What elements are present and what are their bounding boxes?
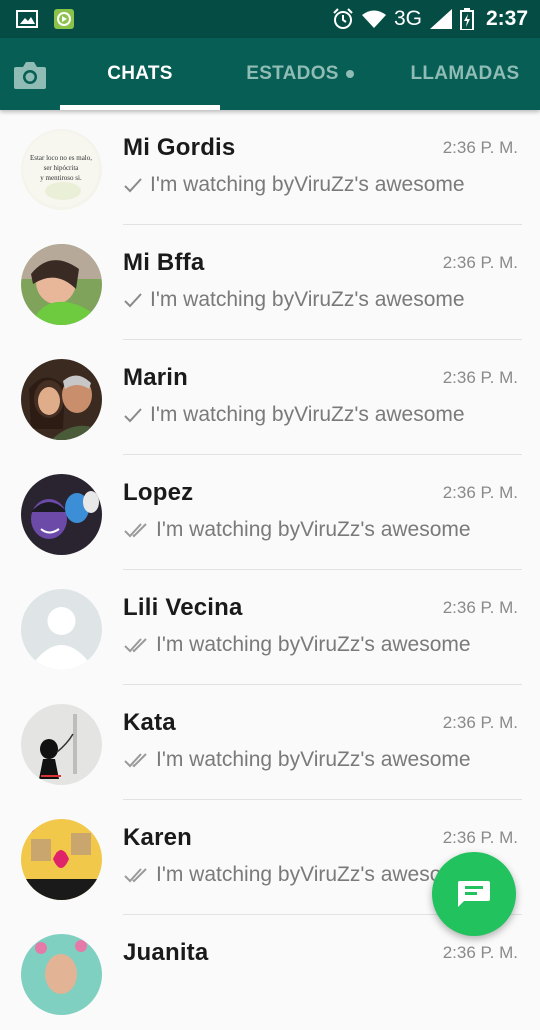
tab-estados[interactable]: ESTADOS xyxy=(225,38,375,110)
message-preview: I'm watching byViruZz's awesome xyxy=(123,633,508,657)
single-check-icon xyxy=(124,178,142,193)
camera-icon[interactable] xyxy=(13,60,47,90)
clock: 2:37 xyxy=(485,7,528,30)
battery-charging-icon xyxy=(459,8,474,30)
contact-name: Mi Bffa xyxy=(123,249,205,276)
single-check-icon xyxy=(124,293,142,308)
chat-row[interactable]: Lili Vecina 2:36 P. M. I'm watching byVi… xyxy=(0,570,540,685)
double-check-icon xyxy=(124,638,147,653)
contact-name: Juanita xyxy=(123,939,209,966)
contact-name: Marin xyxy=(123,364,189,391)
message-time: 2:36 P. M. xyxy=(442,138,518,157)
avatar-quote-line: y mentiroso si. xyxy=(40,174,82,182)
avatar[interactable] xyxy=(21,819,102,900)
tab-llamadas-label: LLAMADAS xyxy=(410,63,520,84)
alarm-icon xyxy=(333,8,353,29)
avatar[interactable] xyxy=(21,359,102,440)
status-bar: 3G 2:37 xyxy=(0,0,540,38)
chat-row[interactable]: Marin 2:36 P. M. I'm watching byViruZz's… xyxy=(0,340,540,455)
preview-text: I'm watching byViruZz's awesome xyxy=(150,288,465,311)
message-time: 2:36 P. M. xyxy=(442,598,518,617)
message-time: 2:36 P. M. xyxy=(442,828,518,847)
new-chat-icon xyxy=(458,881,490,907)
preview-text: I'm watching byViruZz's awesome xyxy=(156,863,471,886)
message-time: 2:36 P. M. xyxy=(442,713,518,732)
chat-row[interactable]: Kata 2:36 P. M. I'm watching byViruZz's … xyxy=(0,685,540,800)
message-time: 2:36 P. M. xyxy=(442,943,518,962)
message-time: 2:36 P. M. xyxy=(442,368,518,387)
contact-name: Kata xyxy=(123,709,176,736)
contact-name: Lopez xyxy=(123,479,194,506)
tab-bar: CHATS ESTADOS LLAMADAS xyxy=(0,38,540,110)
contact-name: Lili Vecina xyxy=(123,594,243,621)
double-check-icon xyxy=(124,523,147,538)
new-chat-button[interactable] xyxy=(432,852,516,936)
preview-text: I'm watching byViruZz's awesome xyxy=(156,518,471,541)
chat-row[interactable]: Estar loco no es malo, ser hipócrita y m… xyxy=(0,110,540,225)
message-time: 2:36 P. M. xyxy=(442,483,518,502)
message-preview: I'm watching byViruZz's awesome xyxy=(123,288,508,312)
video-icon xyxy=(54,9,74,29)
avatar[interactable] xyxy=(21,704,102,785)
double-check-icon xyxy=(124,868,147,883)
avatar[interactable]: Estar loco no es malo, ser hipócrita y m… xyxy=(21,129,102,210)
tab-chats-label: CHATS xyxy=(107,63,173,84)
message-preview: I'm watching byViruZz's awesome xyxy=(123,518,508,542)
new-status-dot xyxy=(345,70,354,78)
avatar-quote-line: ser hipócrita xyxy=(44,164,80,172)
preview-text: I'm watching byViruZz's awesome xyxy=(156,633,471,656)
single-check-icon xyxy=(124,408,142,423)
chat-row[interactable]: Mi Bffa 2:36 P. M. I'm watching byViruZz… xyxy=(0,225,540,340)
avatar-quote-line: Estar loco no es malo, xyxy=(30,154,92,162)
preview-text: I'm watching byViruZz's awesome xyxy=(150,403,465,426)
message-preview: I'm watching byViruZz's awesome xyxy=(123,173,508,197)
contact-name: Mi Gordis xyxy=(123,134,236,161)
wifi-icon xyxy=(361,10,386,28)
gallery-icon xyxy=(16,10,38,28)
avatar[interactable] xyxy=(21,589,102,670)
network-type-label: 3G xyxy=(393,7,422,30)
avatar[interactable] xyxy=(21,934,102,1015)
tab-estados-label: ESTADOS xyxy=(246,63,339,84)
preview-text: I'm watching byViruZz's awesome xyxy=(150,173,465,196)
default-user-icon xyxy=(21,589,102,670)
contact-name: Karen xyxy=(123,824,193,851)
tab-chats[interactable]: CHATS xyxy=(60,38,220,110)
message-preview: I'm watching byViruZz's awesome xyxy=(123,748,508,772)
preview-text: I'm watching byViruZz's awesome xyxy=(156,748,471,771)
avatar[interactable] xyxy=(21,474,102,555)
avatar[interactable] xyxy=(21,244,102,325)
signal-icon xyxy=(429,9,452,29)
message-time: 2:36 P. M. xyxy=(442,253,518,272)
double-check-icon xyxy=(124,753,147,768)
tab-llamadas[interactable]: LLAMADAS xyxy=(390,38,540,110)
chat-row[interactable]: Lopez 2:36 P. M. I'm watching byViruZz's… xyxy=(0,455,540,570)
message-preview: I'm watching byViruZz's awesome xyxy=(123,403,508,427)
